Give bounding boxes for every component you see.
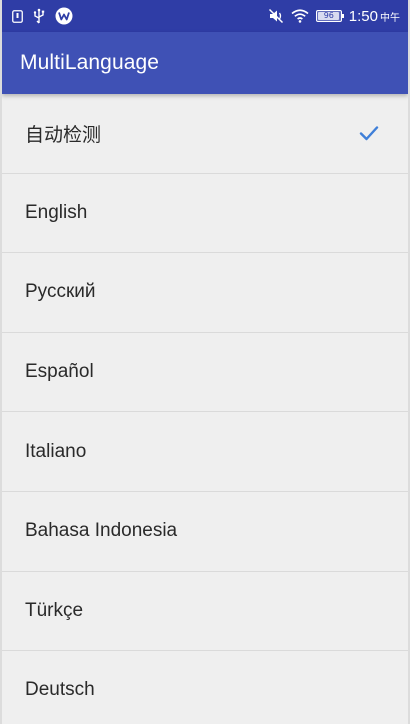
language-label: 自动检测 — [25, 124, 102, 146]
battery-icon: 96 — [315, 10, 344, 22]
status-right-icons: 96 1:50 中午 — [268, 8, 400, 25]
sim-icon — [12, 9, 23, 23]
status-left-icons — [12, 7, 73, 25]
w-app-icon — [55, 7, 73, 25]
usb-icon — [33, 8, 45, 24]
language-item-indonesian[interactable]: Bahasa Indonesia — [2, 492, 408, 572]
language-item-italian[interactable]: Italiano — [2, 412, 408, 492]
language-label: Español — [25, 361, 94, 383]
mute-vibrate-icon — [268, 8, 284, 24]
language-label: Русский — [25, 281, 96, 303]
app-bar: MultiLanguage — [2, 32, 408, 94]
language-item-russian[interactable]: Русский — [2, 253, 408, 333]
language-label: Türkçe — [25, 599, 84, 621]
language-item-turkish[interactable]: Türkçe — [2, 572, 408, 652]
language-label: Deutsch — [25, 679, 95, 701]
language-item-spanish[interactable]: Español — [2, 333, 408, 413]
battery-level: 96 — [323, 11, 334, 20]
wifi-icon — [291, 9, 309, 23]
language-item-german[interactable]: Deutsch — [2, 651, 408, 724]
clock: 1:50 中午 — [349, 8, 400, 25]
language-label: English — [25, 201, 88, 223]
check-icon — [358, 122, 380, 144]
language-list: 自动检测 English Русский Español Italiano Ba… — [2, 94, 408, 724]
language-label: Italiano — [25, 440, 87, 462]
clock-suffix: 中午 — [380, 12, 400, 24]
language-item-english[interactable]: English — [2, 174, 408, 254]
app-title: MultiLanguage — [20, 51, 160, 74]
language-label: Bahasa Indonesia — [25, 520, 178, 542]
status-bar: 96 1:50 中午 — [2, 0, 408, 32]
clock-time: 1:50 — [348, 7, 378, 25]
language-item-auto-detect[interactable]: 自动检测 — [2, 94, 408, 174]
app-screen: 96 1:50 中午 MultiLanguage 自动检测 English Рус… — [0, 0, 410, 724]
